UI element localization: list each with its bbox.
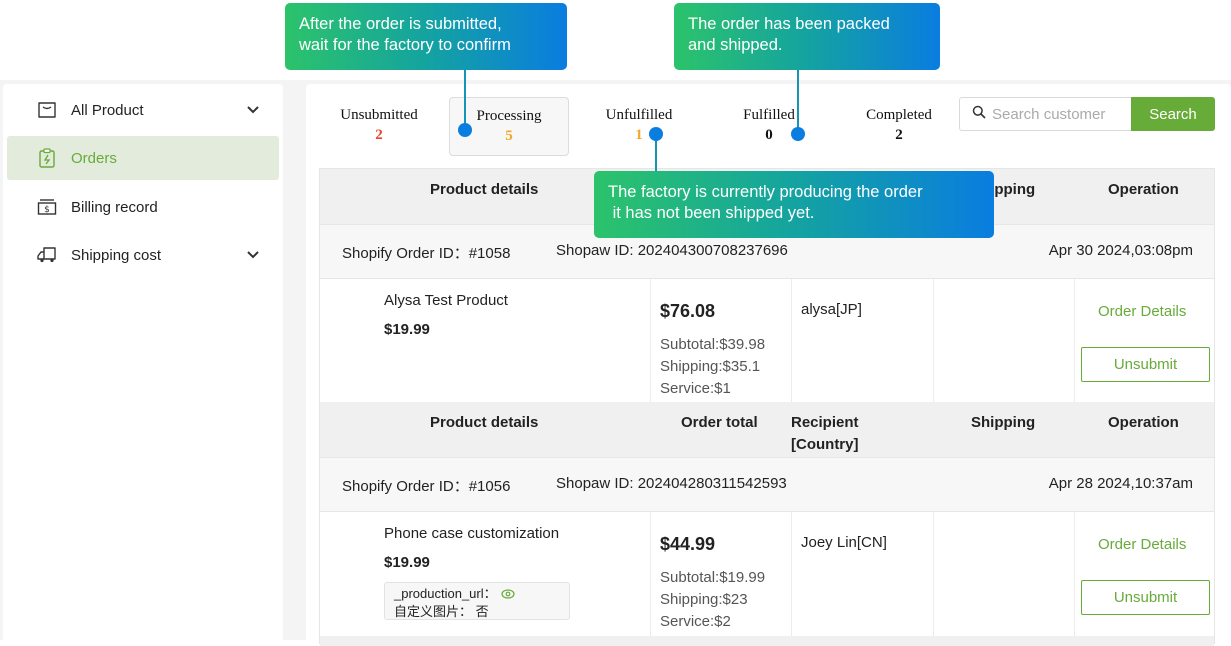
order-date: Apr 30 2024,03:08pm	[1048, 242, 1193, 259]
recipient: Joey Lin[CN]	[801, 534, 887, 551]
callout-connector	[655, 136, 657, 174]
tab-label: Fulfilled	[743, 107, 795, 123]
callout-fulfilled: The order has been packed and shipped.	[674, 3, 940, 70]
shopify-order-id: Shopify Order ID：#1058	[342, 245, 511, 262]
sidebar: All Product Orders $ Billing record Ship…	[3, 84, 283, 644]
shipping-fee: Shipping:$23	[660, 591, 748, 608]
callout-unfulfilled: The factory is currently producing the o…	[594, 171, 994, 238]
order-details-link[interactable]: Order Details	[1098, 303, 1186, 320]
unsubmit-button[interactable]: Unsubmit	[1081, 347, 1210, 382]
tab-count: 0	[765, 127, 773, 143]
column-header-recipient: Recipient [Country]	[791, 414, 859, 453]
recipient: alysa[JP]	[801, 301, 862, 318]
column-header-product-details: Product details	[430, 181, 539, 198]
sidebar-item-label: Shipping cost	[71, 246, 162, 264]
shipping-fee: Shipping:$35.1	[660, 358, 761, 375]
dollar-bill-icon: $	[37, 197, 57, 217]
sidebar-item-billing-record[interactable]: $ Billing record	[7, 185, 279, 229]
product-properties: _production_url： 自定义图片： 否	[384, 582, 570, 620]
unsubmit-button[interactable]: Unsubmit	[1081, 580, 1210, 615]
tab-label: Unsubmitted	[340, 107, 418, 123]
column-header-operation: Operation	[1108, 414, 1179, 431]
svg-text:$: $	[44, 205, 50, 215]
callout-pin-unfulfilled	[649, 127, 663, 141]
eye-icon[interactable]	[501, 586, 515, 603]
search-input[interactable]	[992, 105, 1127, 123]
property-custom-image: 自定义图片： 否	[394, 604, 489, 620]
callout-processing: After the order is submitted, wait for t…	[285, 3, 567, 70]
column-header-product-details: Product details	[430, 414, 539, 431]
product-name: Phone case customization	[384, 525, 560, 542]
property-production-url: _production_url：	[394, 586, 497, 601]
order-breakdown: Subtotal:$39.98 Shipping:$35.1 Service:$…	[660, 334, 765, 400]
recipient-cell	[792, 512, 934, 636]
column-header-operation: Operation	[1108, 181, 1179, 198]
truck-icon	[37, 245, 57, 265]
chevron-down-icon[interactable]	[245, 246, 261, 262]
tab-count: 2	[895, 127, 903, 143]
top-band	[0, 0, 1231, 80]
shopaw-id: Shopaw ID: 202404300708237696	[556, 242, 788, 259]
callout-pin-processing	[458, 123, 472, 137]
callout-pin-fulfilled	[791, 127, 805, 141]
tab-completed[interactable]: Completed 2	[839, 97, 959, 156]
sidebar-item-shipping-cost[interactable]: Shipping cost	[7, 233, 279, 277]
shopify-order-id: Shopify Order ID：#1056	[342, 478, 511, 495]
product-price: $19.99	[384, 321, 430, 338]
tab-unsubmitted[interactable]: Unsubmitted 2	[319, 97, 439, 156]
recipient-cell	[792, 279, 934, 403]
orders-table: Product details Order total Recipient [C…	[319, 168, 1215, 646]
orders-panel: Unsubmitted 2 Processing 5 Unfulfilled 1…	[306, 84, 1231, 646]
column-header-shipping: Shipping	[971, 414, 1036, 431]
search-button[interactable]: Search	[1131, 97, 1215, 131]
service-fee: Service:$1	[660, 380, 731, 397]
table-row: Alysa Test Product $19.99 $76.08 Subtota…	[320, 279, 1214, 403]
search-icon	[972, 105, 986, 124]
callout-connector	[797, 68, 799, 130]
shipping-cell	[934, 512, 1075, 636]
sidebar-item-all-product[interactable]: All Product	[7, 88, 279, 132]
tab-count: 2	[375, 127, 383, 143]
tab-label: Completed	[866, 107, 932, 123]
shipping-cell	[934, 279, 1075, 403]
tab-count: 1	[635, 127, 643, 143]
order-total: $44.99	[660, 534, 716, 554]
sidebar-item-label: Billing record	[71, 198, 158, 216]
order-total: $76.08	[660, 301, 716, 321]
service-fee: Service:$2	[660, 613, 731, 630]
chevron-down-icon[interactable]	[245, 101, 261, 117]
tab-label: Unfulfilled	[605, 107, 673, 123]
tab-unfulfilled[interactable]: Unfulfilled 1	[579, 97, 699, 156]
callout-connector	[464, 68, 466, 130]
subtotal: Subtotal:$39.98	[660, 336, 766, 353]
subtotal: Subtotal:$19.99	[660, 569, 766, 586]
column-header-order-total: Order total	[681, 414, 758, 431]
tab-label: Processing	[476, 108, 542, 124]
clipboard-bolt-icon	[37, 148, 57, 168]
product-price: $19.99	[384, 554, 430, 571]
product-name: Alysa Test Product	[384, 292, 508, 309]
sidebar-item-label: All Product	[71, 101, 144, 119]
order-details-link[interactable]: Order Details	[1098, 536, 1186, 553]
table-row: Phone case customization $19.99 _product…	[320, 512, 1214, 636]
table-header: Product details Order total Recipient [C…	[320, 402, 1214, 458]
shopping-bag-icon	[37, 100, 57, 120]
search-field[interactable]	[959, 97, 1132, 131]
order-date: Apr 28 2024,10:37am	[1048, 475, 1193, 492]
order-breakdown: Subtotal:$19.99 Shipping:$23 Service:$2	[660, 567, 765, 633]
table-footer-strip	[320, 636, 1214, 646]
tab-fulfilled[interactable]: Fulfilled 0	[709, 97, 829, 156]
sidebar-item-label: Orders	[71, 149, 117, 167]
shopaw-id: Shopaw ID: 202404280311542593	[556, 475, 787, 492]
sidebar-item-orders[interactable]: Orders	[7, 136, 279, 180]
order-header: Shopify Order ID：#1056 Shopaw ID: 202404…	[320, 458, 1214, 512]
